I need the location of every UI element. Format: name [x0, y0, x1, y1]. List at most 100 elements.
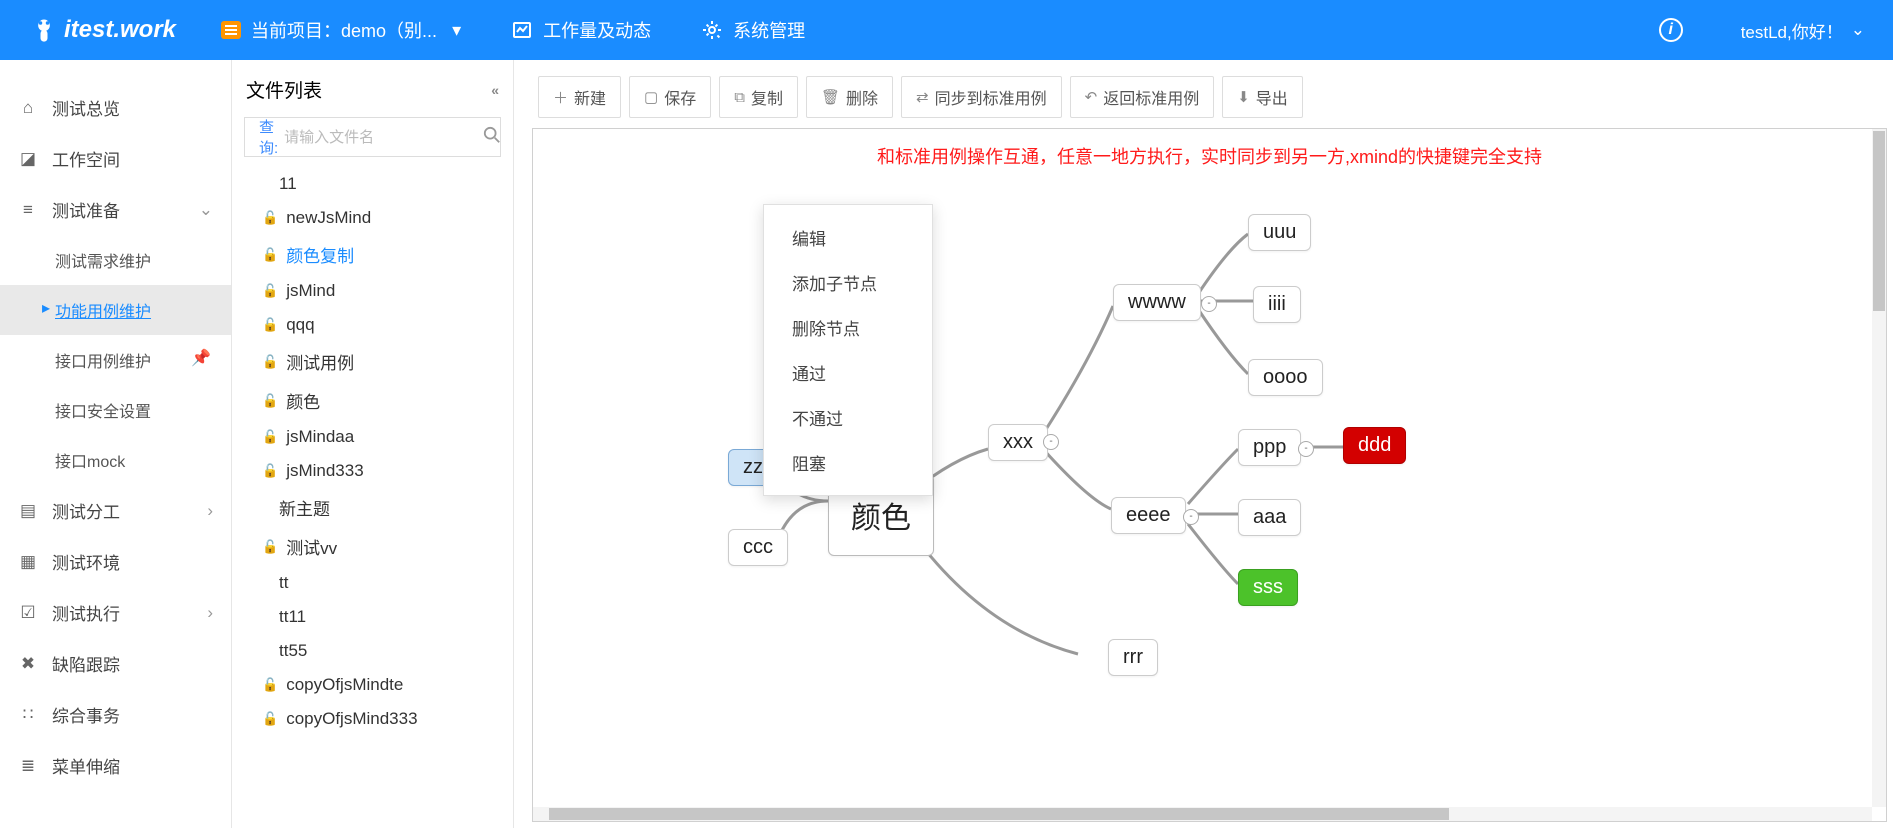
node-aaa[interactable]: aaa — [1238, 499, 1301, 536]
v-scroll-thumb[interactable] — [1873, 131, 1885, 311]
sysmgmt-menu[interactable]: 系统管理 — [676, 0, 830, 60]
file-item[interactable]: 🔓jsMind — [232, 274, 513, 308]
node-ccc[interactable]: ccc — [728, 529, 788, 566]
node-wwww[interactable]: wwww — [1113, 284, 1201, 321]
ctx-item[interactable]: 删除节点 — [764, 305, 932, 350]
fold-icon: ≣ — [18, 756, 38, 776]
search-label: 查询: — [253, 116, 284, 158]
ctx-item[interactable]: 阻塞 — [764, 440, 932, 485]
delete-button[interactable]: 🗑删除 — [806, 76, 893, 118]
expander-ppp[interactable]: - — [1298, 441, 1314, 457]
file-item[interactable]: tt11 — [232, 600, 513, 634]
logo-text: itest.work — [64, 16, 176, 44]
home-icon: ⌂ — [18, 98, 38, 118]
info-icon[interactable]: i — [1659, 18, 1683, 42]
file-item[interactable]: 🔓copyOfjsMind333 — [232, 702, 513, 736]
nav-exec[interactable]: ☑测试执行› — [0, 587, 231, 638]
nav-assign[interactable]: ▤测试分工› — [0, 485, 231, 536]
lock-icon: 🔓 — [262, 210, 278, 226]
file-item[interactable]: 🔓jsMind333 — [232, 454, 513, 488]
lock-icon: 🔓 — [262, 317, 278, 333]
mindmap: zzz ccc 颜色 xxx - wwww - uuu iiii oooo ee… — [533, 129, 1886, 821]
file-item[interactable]: 🔓测试用例 — [232, 342, 513, 381]
subnav-item[interactable]: 功能用例维护 — [0, 285, 231, 335]
subnav-item[interactable]: 接口mock — [0, 435, 231, 485]
file-item[interactable]: 🔓颜色 — [232, 381, 513, 420]
user-menu[interactable]: testLd,你好！ ⌄ — [1723, 18, 1883, 43]
file-pane: 文件列表 « 查询: 11🔓newJsMind🔓颜色复制🔓jsMind🔓qqq🔓… — [232, 60, 514, 828]
lock-icon: 🔓 — [262, 393, 278, 409]
file-item[interactable]: 🔓测试vv — [232, 527, 513, 566]
project-label: 当前项目：demo（别... — [251, 17, 437, 43]
copy-button[interactable]: ⧉复制 — [719, 76, 798, 118]
h-scroll-thumb[interactable] — [549, 808, 1449, 820]
vertical-scrollbar[interactable] — [1872, 129, 1886, 807]
file-list: 11🔓newJsMind🔓颜色复制🔓jsMind🔓qqq🔓测试用例🔓颜色🔓jsM… — [232, 167, 513, 828]
expander-xxx[interactable]: - — [1043, 434, 1059, 450]
sync-button[interactable]: ⇄同步到标准用例 — [901, 76, 1062, 118]
node-rrr[interactable]: rrr — [1108, 639, 1158, 676]
ctx-item[interactable]: 编辑 — [764, 215, 932, 260]
back-button[interactable]: ↶返回标准用例 — [1070, 76, 1215, 118]
expander-wwww[interactable]: - — [1201, 296, 1217, 312]
nav-fold[interactable]: ≣菜单伸缩 — [0, 740, 231, 791]
search-input[interactable] — [284, 129, 483, 146]
ctx-item[interactable]: 添加子节点 — [764, 260, 932, 305]
trash-icon: 🗑 — [821, 88, 840, 106]
ctx-item[interactable]: 不通过 — [764, 395, 932, 440]
file-item[interactable]: 🔓newJsMind — [232, 201, 513, 235]
lock-icon: 🔓 — [262, 539, 278, 555]
sysmgmt-label: 系统管理 — [733, 17, 805, 43]
plus-icon: ＋ — [553, 87, 568, 108]
project-selector[interactable]: 当前项目：demo（别... ▾ — [196, 0, 486, 60]
node-xxx[interactable]: xxx — [988, 424, 1048, 461]
lock-icon: 🔓 — [262, 463, 278, 479]
node-sss[interactable]: sss — [1238, 569, 1298, 606]
node-oooo[interactable]: oooo — [1248, 359, 1323, 396]
node-ddd[interactable]: ddd — [1343, 427, 1406, 464]
workload-menu[interactable]: 工作量及动态 — [486, 0, 676, 60]
save-button[interactable]: ▢保存 — [629, 76, 711, 118]
ctx-item[interactable]: 通过 — [764, 350, 932, 395]
chevron-down-icon: ⌄ — [199, 200, 213, 220]
lock-icon: 🔓 — [262, 711, 278, 727]
file-item[interactable]: 🔓copyOfjsMindte — [232, 668, 513, 702]
nav-home[interactable]: ⌂测试总览 — [0, 82, 231, 133]
new-button[interactable]: ＋新建 — [538, 76, 621, 118]
file-item[interactable]: tt — [232, 566, 513, 600]
node-eeee[interactable]: eeee — [1111, 497, 1186, 534]
file-item[interactable]: 🔓qqq — [232, 308, 513, 342]
expander-eeee[interactable]: - — [1183, 509, 1199, 525]
nav-box[interactable]: ◪工作空间 — [0, 133, 231, 184]
file-item[interactable]: tt55 — [232, 634, 513, 668]
lock-icon: 🔓 — [262, 354, 278, 370]
mindmap-canvas[interactable]: 和标准用例操作互通，任意一地方执行，实时同步到另一方,xmind的快捷键完全支持 — [532, 128, 1887, 822]
horizontal-scrollbar[interactable] — [533, 807, 1872, 821]
nav-env[interactable]: ▦测试环境 — [0, 536, 231, 587]
file-item[interactable]: 🔓颜色复制 — [232, 235, 513, 274]
node-uuu[interactable]: uuu — [1248, 214, 1311, 251]
bug-icon: ✖ — [18, 654, 38, 674]
nav-misc[interactable]: ∷综合事务 — [0, 689, 231, 740]
file-item[interactable]: 新主题 — [232, 488, 513, 527]
subnav-item[interactable]: 测试需求维护 — [0, 235, 231, 285]
export-button[interactable]: ⬇导出 — [1222, 76, 1303, 118]
assign-icon: ▤ — [18, 501, 38, 521]
toolbar: ＋新建 ▢保存 ⧉复制 🗑删除 ⇄同步到标准用例 ↶返回标准用例 ⬇导出 — [514, 60, 1893, 128]
logo[interactable]: itest.work — [10, 16, 196, 44]
search-box: 查询: — [244, 117, 501, 157]
subnav-item[interactable]: 接口安全设置 — [0, 385, 231, 435]
chevron-down-icon: ⌄ — [1851, 20, 1865, 40]
greeting-text: testLd,你好！ — [1741, 18, 1843, 43]
file-item[interactable]: 11 — [232, 167, 513, 201]
collapse-icon[interactable]: « — [491, 82, 499, 98]
context-menu: 编辑添加子节点删除节点通过不通过阻塞 — [763, 204, 933, 496]
node-ppp[interactable]: ppp — [1238, 429, 1301, 466]
search-icon[interactable] — [483, 126, 501, 149]
nav-bug[interactable]: ✖缺陷跟踪 — [0, 638, 231, 689]
misc-icon: ∷ — [18, 705, 38, 725]
nav-tune[interactable]: ≡测试准备⌄ — [0, 184, 231, 235]
subnav-item[interactable]: 接口用例维护📌 — [0, 335, 231, 385]
file-item[interactable]: 🔓jsMindaa — [232, 420, 513, 454]
node-iiii[interactable]: iiii — [1253, 286, 1301, 323]
